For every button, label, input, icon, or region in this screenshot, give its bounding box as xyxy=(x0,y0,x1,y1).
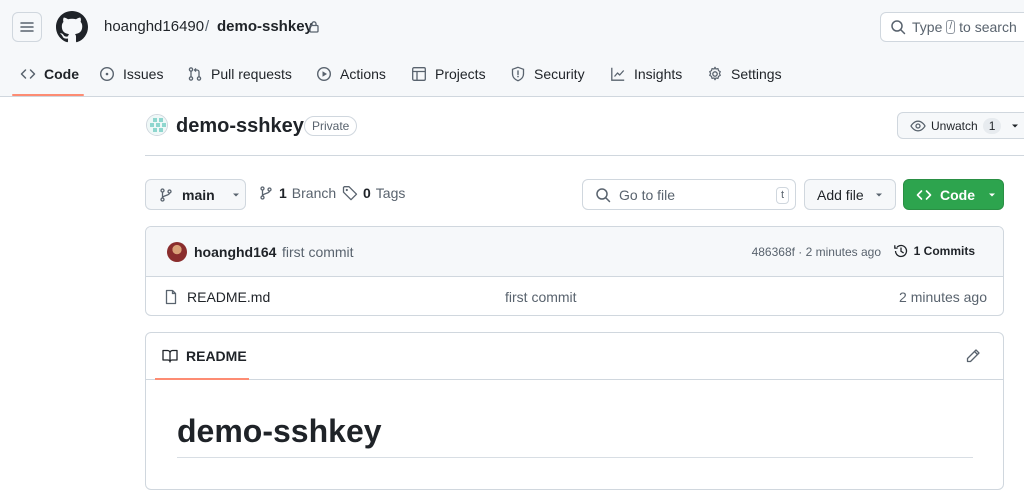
tab-label: Security xyxy=(534,66,585,82)
tab-security[interactable]: Security xyxy=(510,64,585,84)
avatar[interactable] xyxy=(167,242,187,262)
watch-count: 1 xyxy=(982,117,1002,134)
commits-count-label: 1 Commits xyxy=(913,244,975,258)
github-logo-icon[interactable] xyxy=(56,11,88,43)
book-icon xyxy=(162,349,178,363)
file-commit-message[interactable]: first commit xyxy=(505,289,577,305)
issue-icon xyxy=(99,66,115,82)
lock-icon xyxy=(309,21,319,33)
tab-settings[interactable]: Settings xyxy=(707,64,782,84)
add-file-label: Add file xyxy=(817,186,864,203)
code-button-label: Code xyxy=(940,186,975,203)
gear-icon xyxy=(709,66,721,81)
readme-header: README xyxy=(146,333,1003,380)
visibility-badge: Private xyxy=(304,116,358,136)
pencil-icon[interactable] xyxy=(965,348,981,364)
code-icon xyxy=(916,189,932,200)
add-file-button[interactable]: Add file xyxy=(804,179,896,210)
readme-heading: demo-sshkey xyxy=(177,413,382,449)
code-icon xyxy=(20,69,36,79)
table-row[interactable]: README.md first commit 2 minutes ago xyxy=(146,277,1003,315)
tab-label: Actions xyxy=(340,66,386,82)
unwatch-label: Unwatch xyxy=(931,118,978,133)
tab-actions[interactable]: Actions xyxy=(316,64,386,84)
tab-label: Settings xyxy=(731,66,782,82)
breadcrumb-owner[interactable]: hoanghd16490 xyxy=(104,18,204,36)
chevron-down-icon xyxy=(875,193,882,196)
search-prefix: Type xyxy=(912,19,943,35)
file-name[interactable]: README.md xyxy=(187,289,270,305)
tags-link[interactable]: 0 Tags xyxy=(342,185,405,201)
chevron-down-icon xyxy=(1012,124,1019,127)
tab-code[interactable]: Code xyxy=(20,64,79,84)
file-icon xyxy=(165,289,177,305)
branch-icon xyxy=(260,186,272,200)
file-browser: hoanghd164 first commit 486368f · 2 minu… xyxy=(145,226,1004,316)
tab-label: Issues xyxy=(123,66,164,82)
tab-projects[interactable]: Projects xyxy=(411,64,486,84)
go-to-file-input[interactable]: Go to file t xyxy=(582,179,796,210)
branch-name: main xyxy=(182,186,215,203)
commits-history-link[interactable]: 1 Commits xyxy=(893,243,975,259)
branch-select-button[interactable]: main xyxy=(145,179,246,210)
shield-icon xyxy=(511,66,525,82)
hamburger-menu-button[interactable] xyxy=(12,12,42,42)
hamburger-icon xyxy=(20,22,34,32)
commit-sha-age[interactable]: 486368f · 2 minutes ago xyxy=(752,245,881,259)
tab-label: Insights xyxy=(634,66,683,82)
pull-request-icon xyxy=(188,67,202,81)
play-icon xyxy=(316,66,332,82)
branches-count: 1 xyxy=(279,185,287,201)
search-icon xyxy=(596,187,611,202)
search-shortcut-key: / xyxy=(946,20,956,34)
global-search-input[interactable]: Type / to search xyxy=(880,12,1024,42)
code-button[interactable]: Code xyxy=(903,179,1004,210)
tab-label: Pull requests xyxy=(211,66,292,82)
search-suffix: to search xyxy=(959,19,1017,35)
active-tab-indicator xyxy=(12,94,84,96)
commit-author[interactable]: hoanghd164 xyxy=(194,244,276,260)
breadcrumb-separator: / xyxy=(205,18,210,35)
file-age: 2 minutes ago xyxy=(899,289,987,305)
unwatch-button[interactable]: Unwatch 1 xyxy=(897,112,1024,139)
readme-tab-indicator xyxy=(155,378,249,380)
readme-tab-label: README xyxy=(186,348,247,364)
tab-pull-requests[interactable]: Pull requests xyxy=(187,64,292,84)
chevron-down-icon xyxy=(232,193,239,196)
graph-icon xyxy=(611,67,625,81)
branches-link[interactable]: 1 Branch xyxy=(258,185,336,201)
branches-label: Branch xyxy=(291,185,337,201)
eye-icon xyxy=(910,120,926,131)
tags-label: Tags xyxy=(375,185,406,201)
app-header: hoanghd16490 / demo-sshkey Type / to sea… xyxy=(0,0,1024,97)
latest-commit-bar: hoanghd164 first commit 486368f · 2 minu… xyxy=(146,227,1003,277)
tags-count: 0 xyxy=(363,185,371,201)
commit-message[interactable]: first commit xyxy=(282,244,354,260)
repo-title[interactable]: demo-sshkey xyxy=(176,114,304,138)
history-icon xyxy=(893,244,907,258)
breadcrumb-repo[interactable]: demo-sshkey xyxy=(217,18,313,36)
header-divider xyxy=(145,155,1024,156)
readme-tab[interactable]: README xyxy=(162,348,247,364)
tab-label: Projects xyxy=(435,66,486,82)
go-to-file-placeholder: Go to file xyxy=(619,186,676,203)
chevron-down-icon xyxy=(989,193,995,196)
tab-insights[interactable]: Insights xyxy=(610,64,682,84)
go-to-file-shortcut: t xyxy=(775,187,789,204)
tab-issues[interactable]: Issues xyxy=(99,64,163,84)
tab-label: Code xyxy=(44,66,79,82)
repo-avatar xyxy=(146,114,168,136)
search-icon xyxy=(891,20,906,35)
readme-panel: README demo-sshkey xyxy=(145,332,1004,490)
readme-heading-rule xyxy=(177,457,973,458)
tag-icon xyxy=(342,186,358,201)
table-icon xyxy=(412,67,426,81)
branch-icon xyxy=(160,187,172,202)
